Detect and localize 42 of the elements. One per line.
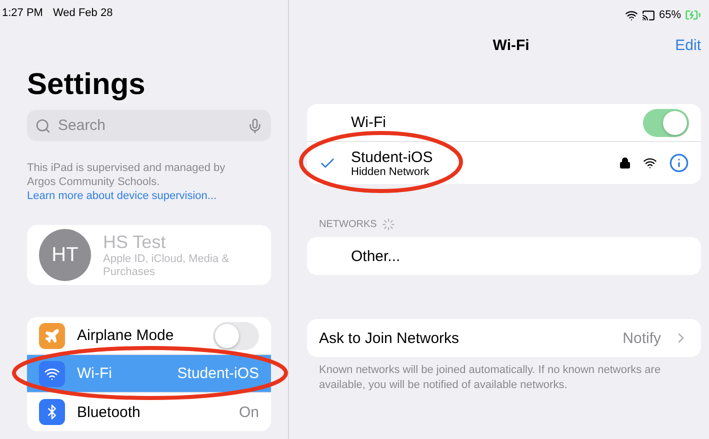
- avatar: HT: [39, 229, 91, 281]
- profile-name: HS Test: [103, 232, 167, 252]
- network-row[interactable]: Other...: [307, 237, 701, 275]
- microphone-icon[interactable]: [247, 118, 263, 134]
- footnote-text: Known networks will be joined automatically. If no known networks are available, you will be notified of available networks.: [319, 363, 662, 393]
- toggle-switch[interactable]: [213, 322, 259, 350]
- profile-subtitle: Apple ID, iCloud, Media & Purchases: [103, 252, 230, 278]
- row-value: Student-iOS: [177, 365, 259, 382]
- network-subtitle: Hidden Network: [351, 166, 430, 178]
- wifi-signal-icon: [624, 8, 638, 22]
- row-label: Other...: [351, 248, 402, 264]
- row-label: Wi-Fi: [77, 365, 113, 382]
- battery-percent: 65%: [658, 9, 681, 21]
- edit-button[interactable]: Edit: [675, 36, 701, 54]
- status-time: 1:27 PM: [2, 7, 43, 21]
- airplane-icon: [44, 328, 60, 344]
- ask-join-row[interactable]: Ask to Join Networks Notify: [307, 319, 701, 357]
- section-header: NETWORKS: [319, 219, 377, 230]
- wifi-signal-icon: [643, 156, 657, 170]
- supervision-text: This iPad is supervised and managed by Argos Community Schools. Learn more about device supervision...: [27, 161, 226, 203]
- row-value: Notify: [622, 330, 661, 346]
- network-row[interactable]: Student-iOS Hidden Network: [307, 142, 701, 184]
- row-label: Ask to Join Networks: [319, 330, 460, 346]
- search-field[interactable]: Search: [27, 110, 271, 141]
- row-label: Airplane Mode: [77, 327, 175, 344]
- row-label: Wi-Fi: [351, 114, 387, 131]
- info-icon[interactable]: [669, 153, 689, 173]
- supervision-link[interactable]: Learn more about device supervision...: [27, 190, 217, 202]
- search-icon: [35, 118, 51, 134]
- settings-row[interactable]: Airplane Mode: [27, 317, 271, 355]
- network-name: Student-iOS: [351, 148, 434, 166]
- search-input[interactable]: Search: [56, 116, 242, 135]
- page-title: Wi-Fi: [492, 36, 530, 54]
- settings-row[interactable]: Bluetooth On: [27, 393, 271, 431]
- settings-title: Settings: [27, 68, 146, 102]
- status-date: Wed Feb 28: [52, 7, 113, 21]
- screen-mirroring-icon: [642, 8, 655, 22]
- wifi-icon: [44, 366, 60, 382]
- row-value: On: [238, 404, 259, 420]
- toggle-switch[interactable]: [643, 108, 689, 136]
- loading-spinner-icon: [382, 218, 395, 231]
- row-label: Bluetooth: [77, 404, 142, 420]
